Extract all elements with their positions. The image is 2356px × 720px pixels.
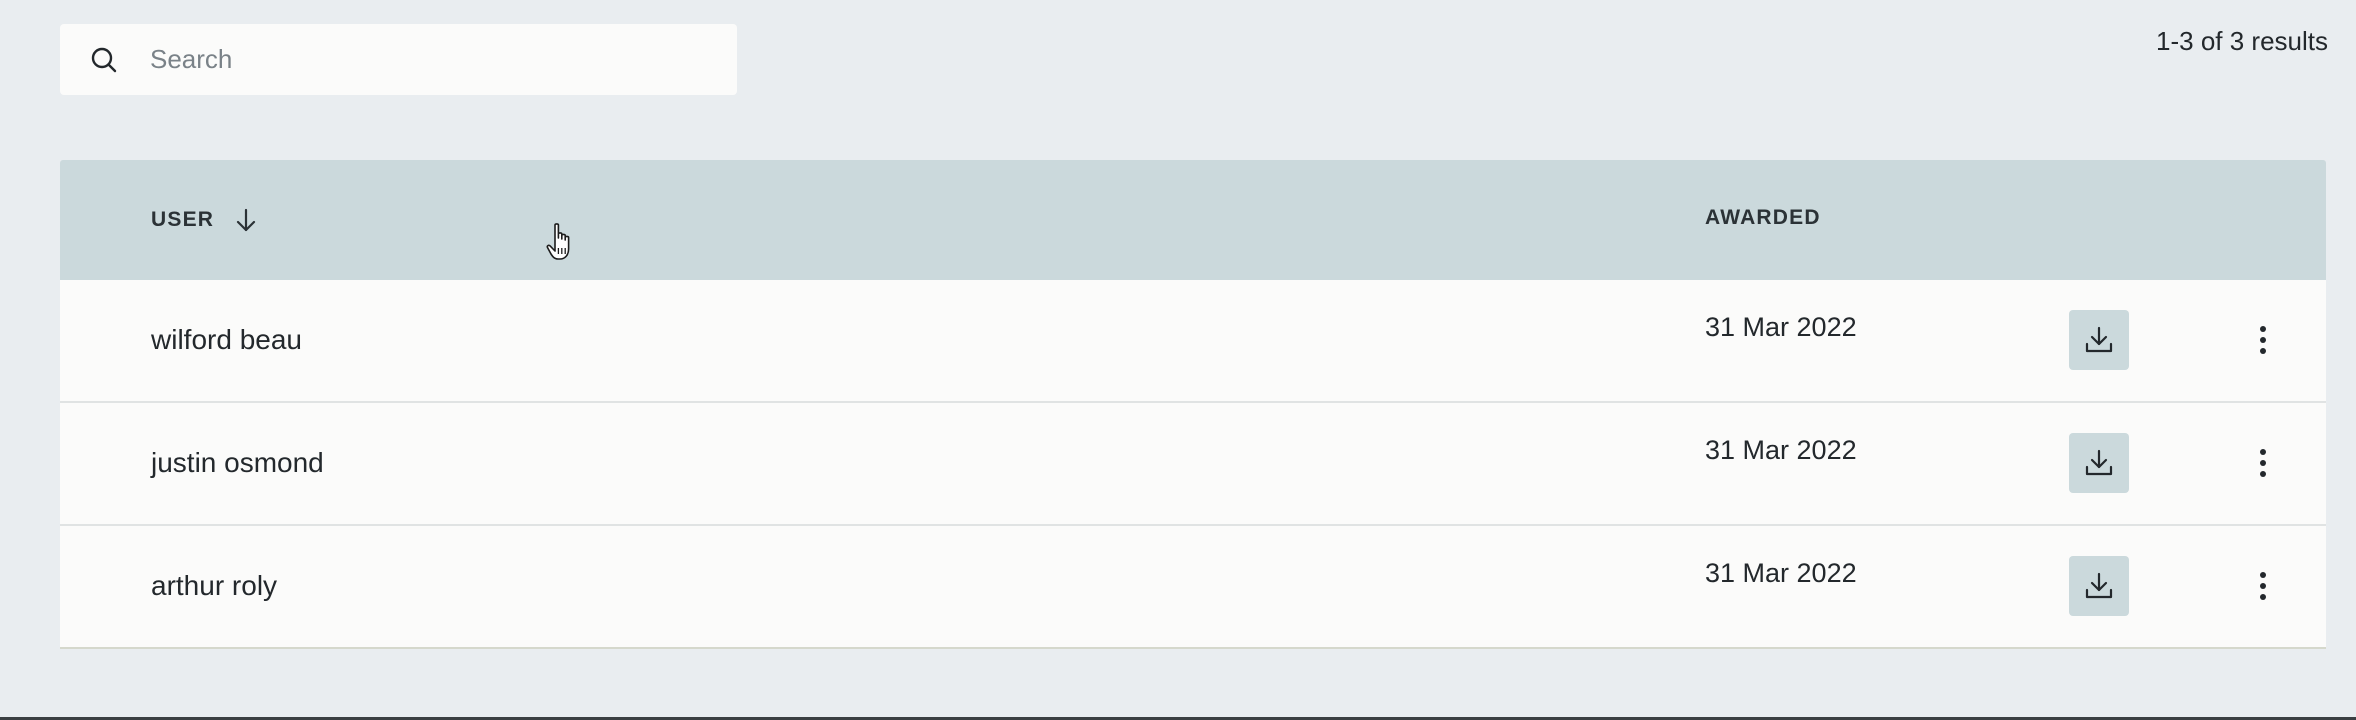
awarded-date-cell: 31 Mar 2022	[1705, 312, 1857, 342]
table-header: USER AWARDED	[60, 160, 2326, 280]
more-vertical-icon	[2260, 572, 2266, 600]
awarded-column-label: AWARDED	[1705, 206, 1821, 229]
awarded-column-header[interactable]: AWARDED	[1705, 206, 1821, 230]
results-count: 1-3 of 3 results	[2156, 26, 2328, 56]
search-icon	[91, 47, 117, 73]
download-icon	[2085, 449, 2113, 476]
user-name-cell: justin osmond	[151, 447, 324, 478]
table-row[interactable]: justin osmond 31 Mar 2022	[60, 403, 2326, 526]
more-options-button[interactable]	[2248, 320, 2278, 360]
user-name-cell: wilford beau	[151, 324, 302, 355]
more-options-button[interactable]	[2248, 566, 2278, 606]
awarded-date-cell: 31 Mar 2022	[1705, 558, 1857, 588]
user-column-header[interactable]: USER	[151, 206, 260, 234]
user-column-label: USER	[151, 208, 215, 231]
table-row[interactable]: wilford beau 31 Mar 2022	[60, 280, 2326, 403]
more-vertical-icon	[2260, 449, 2266, 477]
arrow-down-icon[interactable]	[232, 206, 260, 234]
download-button[interactable]	[2069, 556, 2129, 616]
search-box[interactable]	[60, 24, 737, 95]
download-button[interactable]	[2069, 433, 2129, 493]
hand-pointer-cursor-icon	[546, 223, 570, 260]
search-input[interactable]	[150, 24, 710, 95]
download-button[interactable]	[2069, 310, 2129, 370]
download-icon	[2085, 326, 2113, 353]
awarded-date-cell: 31 Mar 2022	[1705, 435, 1857, 465]
table-row[interactable]: arthur roly 31 Mar 2022	[60, 526, 2326, 649]
user-name-cell: arthur roly	[151, 570, 278, 601]
download-icon	[2085, 572, 2113, 599]
users-table: USER AWARDED wilford beau 31 Mar 2022 ju…	[60, 160, 2326, 649]
more-vertical-icon	[2260, 326, 2266, 354]
more-options-button[interactable]	[2248, 443, 2278, 483]
